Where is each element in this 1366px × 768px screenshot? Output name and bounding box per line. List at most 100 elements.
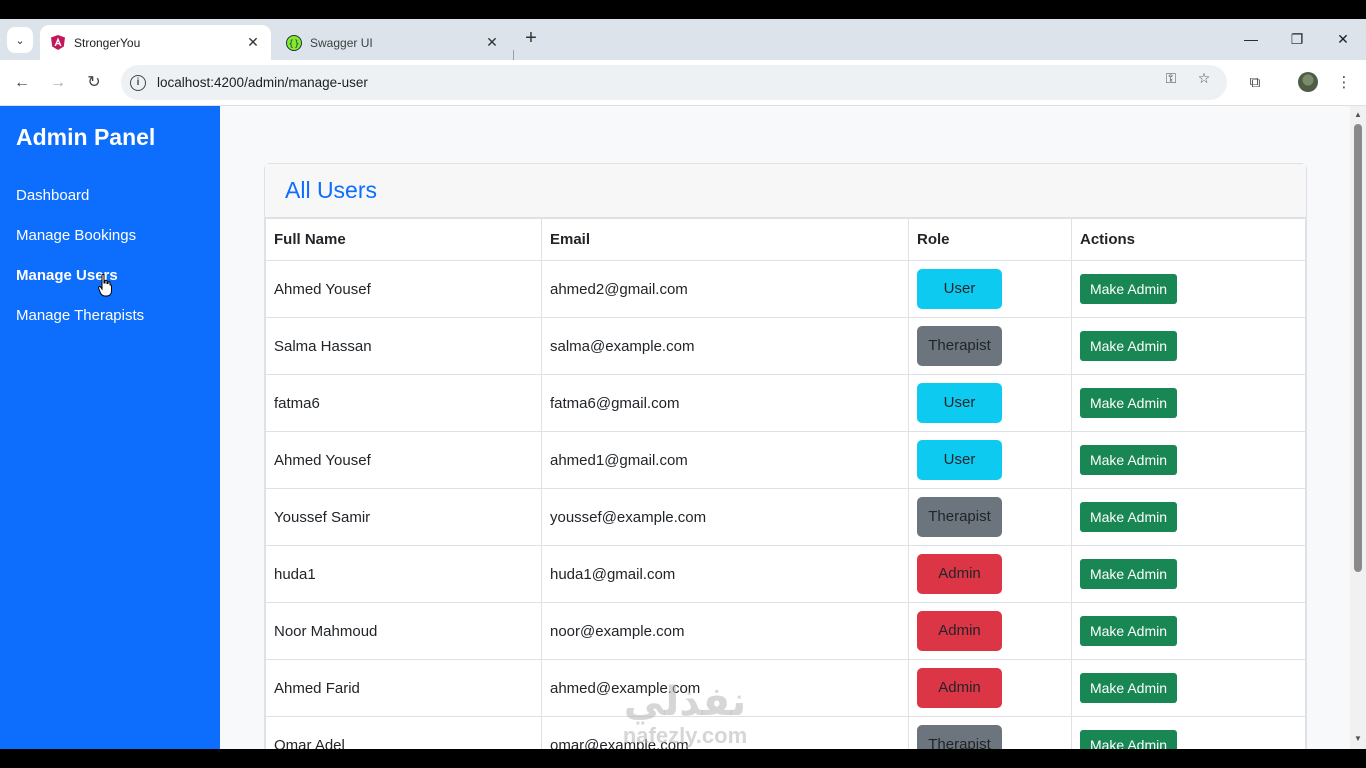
- cell-full-name: Omar Adel: [265, 716, 542, 749]
- password-key-icon[interactable]: ⚿: [1162, 69, 1180, 87]
- role-badge[interactable]: Therapist: [917, 497, 1002, 537]
- admin-sidebar: Admin Panel Dashboard Manage Bookings Ma…: [0, 106, 220, 749]
- restore-icon[interactable]: ❐: [1285, 27, 1309, 51]
- cell-role: Admin: [908, 602, 1072, 660]
- cell-actions: Make Admin: [1071, 488, 1306, 546]
- table-row: Noor Mahmoud noor@example.com Admin Make Ad…: [265, 602, 1306, 660]
- cell-email: youssef@example.com: [541, 488, 909, 546]
- cell-full-name: fatma6: [265, 374, 542, 432]
- cell-actions: Make Admin: [1071, 260, 1306, 318]
- column-header-email: Email: [541, 218, 909, 261]
- cell-full-name: Ahmed Yousef: [265, 260, 542, 318]
- table-row: Ahmed Yousef ahmed2@gmail.com User Make Adm…: [265, 260, 1306, 318]
- scroll-down-arrow-icon[interactable]: ▼: [1354, 734, 1362, 743]
- profile-avatar[interactable]: [1298, 72, 1318, 92]
- scroll-up-arrow-icon[interactable]: ▲: [1354, 110, 1362, 119]
- url-text: localhost:4200/admin/manage-user: [157, 75, 368, 90]
- table-row: huda1 huda1@gmail.com Admin Make Admin: [265, 545, 1306, 603]
- cell-actions: Make Admin: [1071, 374, 1306, 432]
- close-window-icon[interactable]: ✕: [1331, 27, 1355, 51]
- column-header-full-name: Full Name: [265, 218, 542, 261]
- browser-address-bar: ← → ↻ i localhost:4200/admin/manage-user…: [0, 60, 1366, 106]
- close-tab-icon[interactable]: ✕: [484, 34, 500, 51]
- minimize-icon[interactable]: —: [1239, 27, 1263, 51]
- cell-email: huda1@gmail.com: [541, 545, 909, 603]
- make-admin-button[interactable]: Make Admin: [1080, 331, 1177, 361]
- tab-title: Swagger UI: [310, 35, 373, 50]
- bookmark-star-icon[interactable]: ☆: [1195, 69, 1213, 87]
- cell-role: User: [908, 374, 1072, 432]
- table-row: Omar Adel omar@example.com Therapist Make A…: [265, 716, 1306, 749]
- table-header-row: Full Name Email Role Actions: [265, 218, 1306, 261]
- sidebar-item-manage-therapists[interactable]: Manage Therapists: [16, 307, 144, 324]
- reload-icon[interactable]: ↻: [82, 71, 106, 95]
- role-badge[interactable]: Therapist: [917, 326, 1002, 366]
- url-omnibox[interactable]: i localhost:4200/admin/manage-user: [121, 65, 1227, 100]
- cell-role: User: [908, 260, 1072, 318]
- cell-role: Admin: [908, 545, 1072, 603]
- sidebar-item-manage-bookings[interactable]: Manage Bookings: [16, 227, 136, 244]
- sidebar-item-dashboard[interactable]: Dashboard: [16, 187, 89, 204]
- column-header-role: Role: [908, 218, 1072, 261]
- cell-role: Therapist: [908, 716, 1072, 749]
- cell-full-name: Noor Mahmoud: [265, 602, 542, 660]
- table-row: Salma Hassan salma@example.com Therapist Ma…: [265, 317, 1306, 375]
- cell-full-name: Ahmed Yousef: [265, 431, 542, 489]
- tab-search-chevron-icon[interactable]: ⌄: [7, 27, 33, 53]
- make-admin-button[interactable]: Make Admin: [1080, 730, 1177, 749]
- role-badge[interactable]: Admin: [917, 611, 1002, 651]
- new-tab-plus-icon[interactable]: +: [520, 27, 542, 49]
- svg-text:{}: {}: [288, 39, 299, 49]
- role-badge[interactable]: Therapist: [917, 725, 1002, 749]
- make-admin-button[interactable]: Make Admin: [1080, 445, 1177, 475]
- table-row: Ahmed Farid ahmed@example.com Admin Make Ad…: [265, 659, 1306, 717]
- menu-kebab-icon[interactable]: ⋮: [1333, 72, 1355, 94]
- role-badge[interactable]: User: [917, 269, 1002, 309]
- cell-actions: Make Admin: [1071, 602, 1306, 660]
- cell-actions: Make Admin: [1071, 716, 1306, 749]
- tab-title: StrongerYou: [74, 35, 141, 50]
- cell-actions: Make Admin: [1071, 659, 1306, 717]
- cell-full-name: Youssef Samir: [265, 488, 542, 546]
- video-letterbox-top: [0, 0, 1366, 19]
- close-tab-icon[interactable]: ✕: [245, 34, 261, 51]
- extensions-puzzle-icon[interactable]: ⧉: [1244, 72, 1266, 94]
- cell-email: noor@example.com: [541, 602, 909, 660]
- make-admin-button[interactable]: Make Admin: [1080, 673, 1177, 703]
- role-badge[interactable]: Admin: [917, 554, 1002, 594]
- site-info-icon[interactable]: i: [130, 74, 146, 91]
- make-admin-button[interactable]: Make Admin: [1080, 616, 1177, 646]
- make-admin-button[interactable]: Make Admin: [1080, 502, 1177, 532]
- column-header-actions: Actions: [1071, 218, 1306, 261]
- forward-arrow-icon[interactable]: →: [46, 71, 70, 95]
- page-scrollbar[interactable]: ▲ ▼: [1350, 106, 1366, 749]
- page-viewport: Admin Panel Dashboard Manage Bookings Ma…: [0, 106, 1366, 749]
- users-card: All Users Full Name Email Role Actions A…: [264, 163, 1307, 749]
- cell-full-name: Ahmed Farid: [265, 659, 542, 717]
- cell-actions: Make Admin: [1071, 317, 1306, 375]
- angular-favicon-icon: [50, 35, 66, 51]
- cell-role: User: [908, 431, 1072, 489]
- tab-strongeryou[interactable]: StrongerYou ✕: [40, 25, 271, 60]
- make-admin-button[interactable]: Make Admin: [1080, 274, 1177, 304]
- table-row: Youssef Samir youssef@example.com Therapis…: [265, 488, 1306, 546]
- cell-full-name: Salma Hassan: [265, 317, 542, 375]
- video-letterbox-bottom: [0, 749, 1366, 768]
- cell-email: ahmed@example.com: [541, 659, 909, 717]
- make-admin-button[interactable]: Make Admin: [1080, 388, 1177, 418]
- cell-actions: Make Admin: [1071, 431, 1306, 489]
- make-admin-button[interactable]: Make Admin: [1080, 559, 1177, 589]
- table-row: fatma6 fatma6@gmail.com User Make Admin: [265, 374, 1306, 432]
- browser-tab-strip: ⌄ StrongerYou ✕ {} Swagger UI ✕ + — ❐ ✕: [0, 19, 1366, 66]
- tab-swagger-ui[interactable]: {} Swagger UI ✕: [276, 25, 510, 60]
- role-badge[interactable]: Admin: [917, 668, 1002, 708]
- page-title: All Users: [285, 177, 378, 203]
- back-arrow-icon[interactable]: ←: [10, 71, 34, 95]
- role-badge[interactable]: User: [917, 440, 1002, 480]
- cell-email: salma@example.com: [541, 317, 909, 375]
- role-badge[interactable]: User: [917, 383, 1002, 423]
- card-header: All Users: [265, 164, 1306, 218]
- scrollbar-thumb[interactable]: [1354, 124, 1362, 572]
- cell-email: ahmed2@gmail.com: [541, 260, 909, 318]
- cell-role: Admin: [908, 659, 1072, 717]
